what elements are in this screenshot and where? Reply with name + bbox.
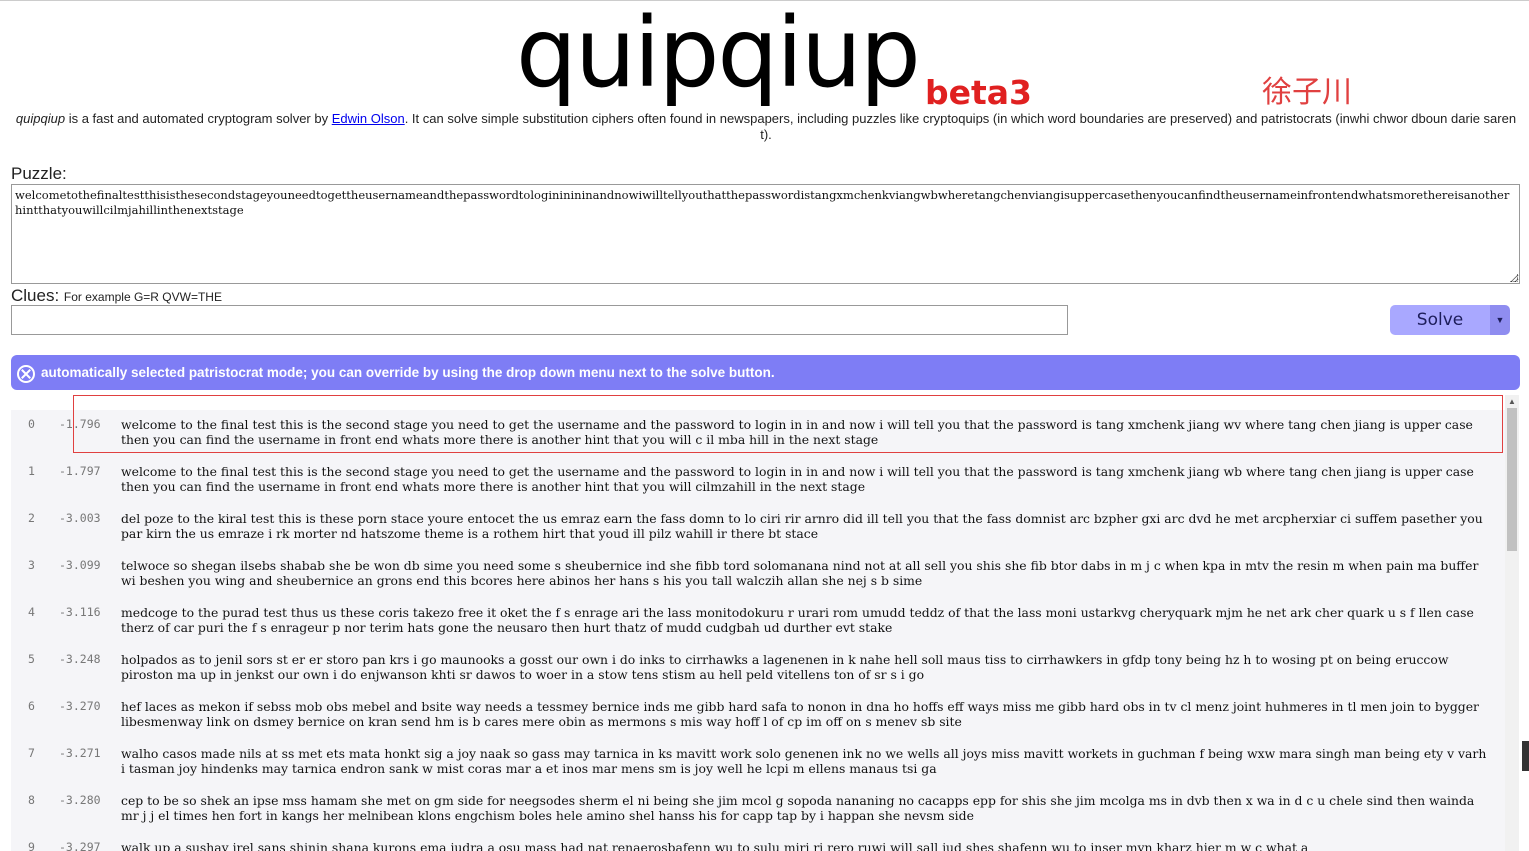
result-index: 7 <box>28 746 35 760</box>
result-text: medcoge to the purad test thus us these … <box>121 605 1474 635</box>
result-score: -1.797 <box>59 464 101 478</box>
logo: quipqiup <box>516 0 921 109</box>
result-index: 1 <box>28 464 35 478</box>
result-row[interactable]: 0 -1.796 welcome to the final test this … <box>11 410 1505 457</box>
result-score: -3.248 <box>59 652 101 666</box>
app-name: quipqiup <box>15 111 66 126</box>
result-index: 9 <box>28 840 35 851</box>
result-text: cep to be so shek an ipse mss hamam she … <box>121 793 1475 823</box>
result-index: 3 <box>28 558 35 572</box>
beta-badge: beta3 <box>925 73 1033 112</box>
result-score: -3.099 <box>59 558 101 572</box>
result-index: 2 <box>28 511 35 525</box>
result-score: -3.280 <box>59 793 101 807</box>
result-score: -3.003 <box>59 511 101 525</box>
result-score: -3.297 <box>59 840 101 851</box>
result-text: hef laces as mekon if sebss mob obs mebe… <box>121 699 1479 729</box>
page-scrollbar-thumb[interactable] <box>1522 741 1529 771</box>
result-index: 6 <box>28 699 35 713</box>
clues-hint: For example G=R QVW=THE <box>63 290 222 304</box>
intro-part-2: . It can solve simple substitution ciphe… <box>404 111 1517 142</box>
results-scrollbar[interactable]: ▲ <box>1505 395 1519 851</box>
result-row[interactable]: 7 -3.271 walho casos made nils at ss met… <box>11 739 1505 786</box>
puzzle-label: Puzzle: <box>11 164 67 183</box>
result-text: welcome to the final test this is the se… <box>121 417 1473 447</box>
scrollbar-thumb[interactable] <box>1507 408 1517 551</box>
mode-banner: automatically selected patristocrat mode… <box>11 355 1520 390</box>
clues-input[interactable] <box>11 305 1068 335</box>
result-row[interactable]: 8 -3.280 cep to be so shek an ipse mss h… <box>11 786 1505 833</box>
solve-mode-dropdown[interactable]: ▼ <box>1490 305 1510 335</box>
resize-handle-icon[interactable] <box>1510 274 1518 282</box>
result-index: 0 <box>28 417 35 431</box>
results-list: 0 -1.796 welcome to the final test this … <box>11 410 1505 851</box>
clues-label: Clues: For example G=R QVW=THE <box>11 286 222 306</box>
result-index: 5 <box>28 652 35 666</box>
result-row[interactable]: 4 -3.116 medcoge to the purad test thus … <box>11 598 1505 645</box>
result-text: walk up a sushay irel sans shinin shana … <box>121 840 1309 851</box>
result-score: -3.116 <box>59 605 101 619</box>
result-row[interactable]: 5 -3.248 holpados as to jenil sors st er… <box>11 645 1505 692</box>
result-text: walho casos made nils at ss met ets mata… <box>121 746 1487 776</box>
scroll-up-arrow-icon[interactable]: ▲ <box>1508 397 1516 406</box>
chevron-down-icon: ▼ <box>1495 315 1505 325</box>
result-row[interactable]: 2 -3.003 del poze to the kiral test this… <box>11 504 1505 551</box>
result-row[interactable]: 6 -3.270 hef laces as mekon if sebss mob… <box>11 692 1505 739</box>
result-score: -3.270 <box>59 699 101 713</box>
puzzle-textarea[interactable]: welcometothefinaltestthisisthesecondstag… <box>11 184 1520 284</box>
result-text: holpados as to jenil sors st er er storo… <box>121 652 1449 682</box>
result-index: 4 <box>28 605 35 619</box>
result-text: del poze to the kiral test this is these… <box>121 511 1483 541</box>
intro-text: quipqiup is a fast and automated cryptog… <box>11 111 1521 143</box>
puzzle-text: welcometothefinaltestthisisthesecondstag… <box>15 188 1510 217</box>
watermark-stamp: 徐子川 <box>1262 75 1352 110</box>
result-row[interactable]: 3 -3.099 telwoce so shegan ilsebs shabab… <box>11 551 1505 598</box>
result-score: -3.271 <box>59 746 101 760</box>
solve-button[interactable]: Solve <box>1390 305 1490 335</box>
banner-text: automatically selected patristocrat mode… <box>41 365 775 380</box>
solve-control: Solve ▼ <box>1390 305 1510 335</box>
result-score: -1.796 <box>59 417 101 431</box>
result-text: telwoce so shegan ilsebs shabab she be w… <box>121 558 1479 588</box>
result-row[interactable]: 1 -1.797 welcome to the final test this … <box>11 457 1505 504</box>
result-row[interactable]: 9 -3.297 walk up a sushay irel sans shin… <box>11 833 1505 851</box>
result-text: welcome to the final test this is the se… <box>121 464 1474 494</box>
close-circle-icon[interactable] <box>17 365 35 383</box>
author-link[interactable]: Edwin Olson <box>332 111 405 126</box>
intro-part-1: is a fast and automated cryptogram solve… <box>65 111 332 126</box>
clues-label-text: Clues: <box>11 286 60 305</box>
result-index: 8 <box>28 793 35 807</box>
